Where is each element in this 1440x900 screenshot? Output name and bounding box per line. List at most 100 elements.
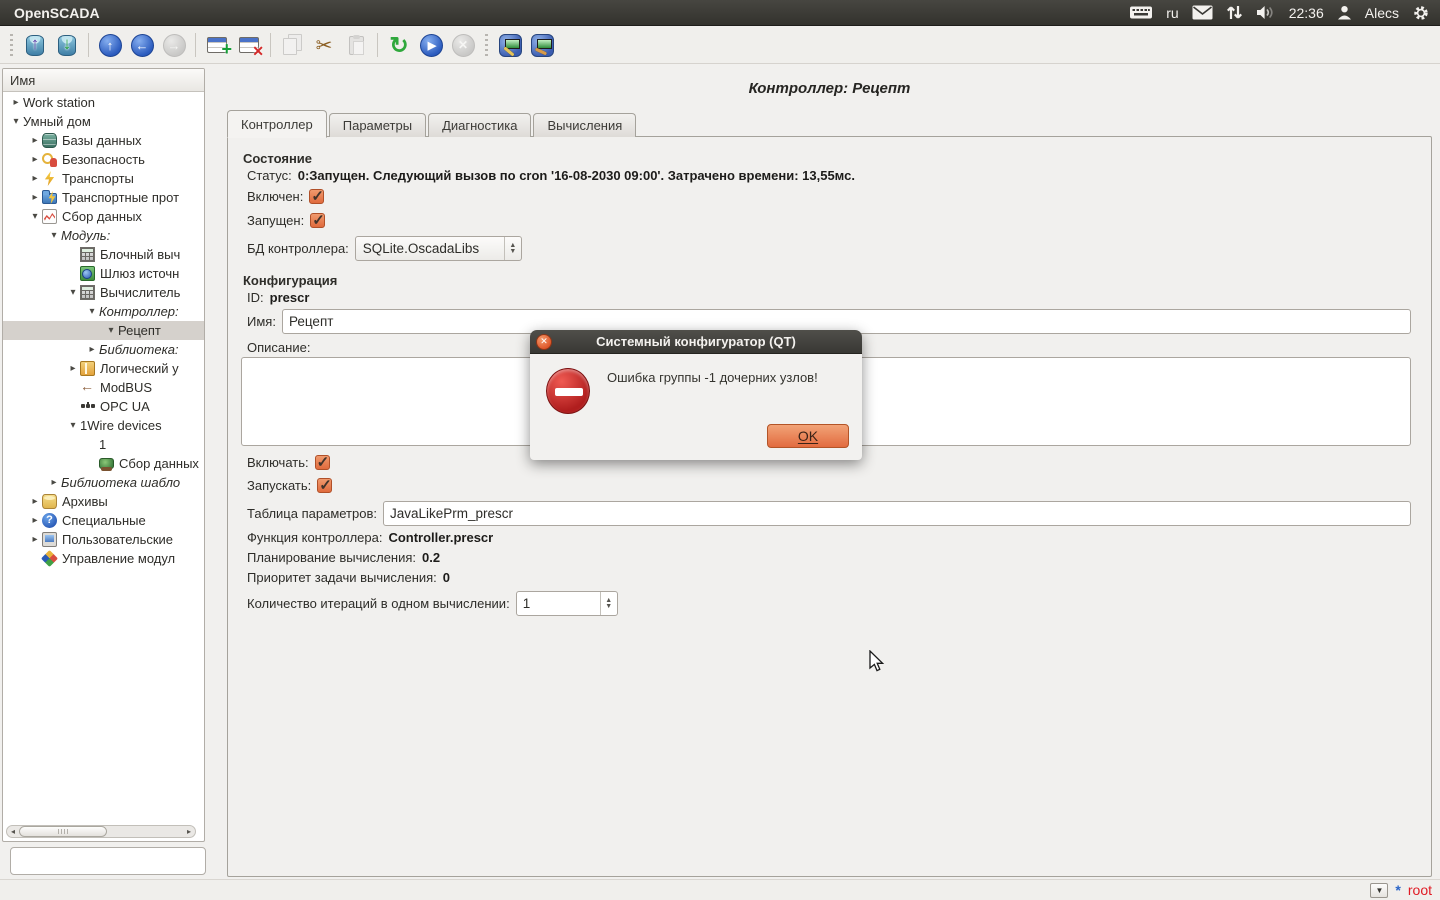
tab-Вычисления[interactable]: Вычисления [533,113,636,137]
toolbar-grip[interactable] [8,34,15,56]
scroll-right-icon[interactable]: ▸ [183,827,195,836]
dialog-titlebar[interactable]: ✕ Системный конфигуратор (QT) [530,330,862,354]
indicator-area: ru 22:36 Alecs [1129,4,1430,22]
expander-icon[interactable]: ▸ [28,534,42,545]
expander-icon[interactable]: ▾ [66,420,80,431]
tab-Параметры[interactable]: Параметры [329,113,426,137]
copy-item-button[interactable] [276,30,308,60]
expander-icon[interactable]: ▾ [104,325,118,336]
error-dialog: ✕ Системный конфигуратор (QT) Ошибка гру… [530,330,862,460]
ok-button[interactable]: OK [767,424,849,448]
tree-item[interactable]: ▸ Work station [3,93,204,112]
tree-item[interactable]: ModBUS [3,378,204,397]
tree-item-label: Сбор данных [62,209,142,224]
tree-item[interactable]: ▾ 1Wire devices [3,416,204,435]
tree-item[interactable]: ▾ Вычислитель [3,283,204,302]
expander-icon[interactable]: ▸ [9,97,23,108]
expander-icon[interactable]: ▸ [28,135,42,146]
running-checkbox[interactable] [310,213,325,228]
expander-icon[interactable]: ▸ [28,154,42,165]
tree-item[interactable]: Сбор данных [3,454,204,473]
to-enable-checkbox[interactable] [315,455,330,470]
tree-item[interactable]: ▸ Логический у [3,359,204,378]
refresh-button[interactable] [383,30,415,60]
paste-item-button[interactable] [340,30,372,60]
tree-item[interactable]: ▾ Контроллер: [3,302,204,321]
mail-icon[interactable] [1192,5,1213,20]
start-icon: ▶ [420,34,443,57]
go-back-button[interactable]: ← [126,30,158,60]
name-label: Имя: [247,314,276,329]
expander-icon[interactable]: ▸ [47,477,61,488]
tree-horizontal-scrollbar[interactable]: ◂ ▸ [6,825,196,838]
tree-item[interactable]: ▸ Транспорты [3,169,204,188]
tree-item[interactable]: 1 [3,435,204,454]
expander-icon[interactable]: ▾ [66,287,80,298]
gear-icon[interactable] [1412,4,1430,22]
volume-icon[interactable] [1256,5,1276,20]
tree-item[interactable]: ▸ Базы данных [3,131,204,150]
tree-item[interactable]: ▾ Рецепт [3,321,204,340]
tree-item[interactable]: ▸ Безопасность [3,150,204,169]
expander-icon[interactable]: ▸ [28,496,42,507]
statusbar-dropdown-icon[interactable]: ▼ [1370,883,1388,898]
add-item-button[interactable] [201,30,233,60]
expander-icon[interactable]: ▸ [66,363,80,374]
expander-icon[interactable]: ▾ [28,211,42,222]
to-start-checkbox[interactable] [317,478,332,493]
clock-indicator[interactable]: 22:36 [1289,5,1324,21]
tree-item[interactable]: Блочный выч [3,245,204,264]
expander-icon[interactable]: ▾ [85,306,99,317]
enabled-checkbox[interactable] [309,189,324,204]
tree-item[interactable]: ▸ Пользовательские [3,530,204,549]
combobox-spin-icons[interactable]: ▲▼ [504,237,521,260]
spinbox-arrows-icon[interactable]: ▲▼ [600,592,617,615]
tab-Контроллер[interactable]: Контроллер [227,110,327,138]
user-name[interactable]: Alecs [1365,5,1399,21]
scrollbar-thumb[interactable] [19,826,107,837]
expander-icon[interactable]: ▸ [28,515,42,526]
keyboard-icon[interactable] [1129,5,1153,20]
save-to-db-button[interactable] [51,30,83,60]
expander-icon[interactable]: ▾ [47,230,61,241]
tree-item[interactable]: ▸ Специальные [3,511,204,530]
close-icon[interactable]: ✕ [536,334,552,350]
tree-item[interactable]: ▸ Архивы [3,492,204,511]
tree-item[interactable]: ▸ Библиотека шабло [3,473,204,492]
param-table-input[interactable] [383,501,1411,526]
start-button[interactable]: ▶ [415,30,447,60]
tree-item[interactable]: Шлюз источн [3,264,204,283]
tree-item[interactable]: ▸ Транспортные прот [3,188,204,207]
iterations-spinbox[interactable]: 1 ▲▼ [516,591,618,616]
tree-filter-input[interactable] [10,847,206,875]
tree-item[interactable]: ▾ Сбор данных [3,207,204,226]
tree-header[interactable]: Имя [3,69,204,92]
load-from-db-button[interactable] [19,30,51,60]
tree-item[interactable]: OPC UA [3,397,204,416]
tree-items: ▸ Work station ▾ Умный дом ▸ Базы данных… [3,93,204,825]
tree-item[interactable]: Управление модул [3,549,204,568]
language-indicator[interactable]: ru [1166,5,1178,21]
expander-icon[interactable]: ▸ [85,344,99,355]
stop-button[interactable]: ✕ [447,30,479,60]
expander-icon[interactable]: ▸ [28,173,42,184]
toolbar-grip[interactable] [483,34,490,56]
go-up-button[interactable]: ↑ [94,30,126,60]
expander-icon[interactable]: ▾ [9,116,23,127]
configurator-button[interactable] [494,30,526,60]
go-forward-button[interactable]: → [158,30,190,60]
expander-icon[interactable]: ▸ [28,192,42,203]
cut-item-button[interactable] [308,30,340,60]
function-label: Функция контроллера: [247,530,382,545]
user-icon[interactable] [1337,5,1352,20]
scroll-left-icon[interactable]: ◂ [7,827,19,836]
tree-item[interactable]: ▾ Модуль: [3,226,204,245]
vision-button[interactable] [526,30,558,60]
network-updown-icon[interactable] [1226,4,1243,21]
tree-item-label: Библиотека: [99,342,179,357]
tree-item[interactable]: ▾ Умный дом [3,112,204,131]
controller-db-combobox[interactable]: SQLite.OscadaLibs ▲▼ [355,236,522,261]
tree-item[interactable]: ▸ Библиотека: [3,340,204,359]
tab-Диагностика[interactable]: Диагностика [428,113,531,137]
delete-item-button[interactable] [233,30,265,60]
